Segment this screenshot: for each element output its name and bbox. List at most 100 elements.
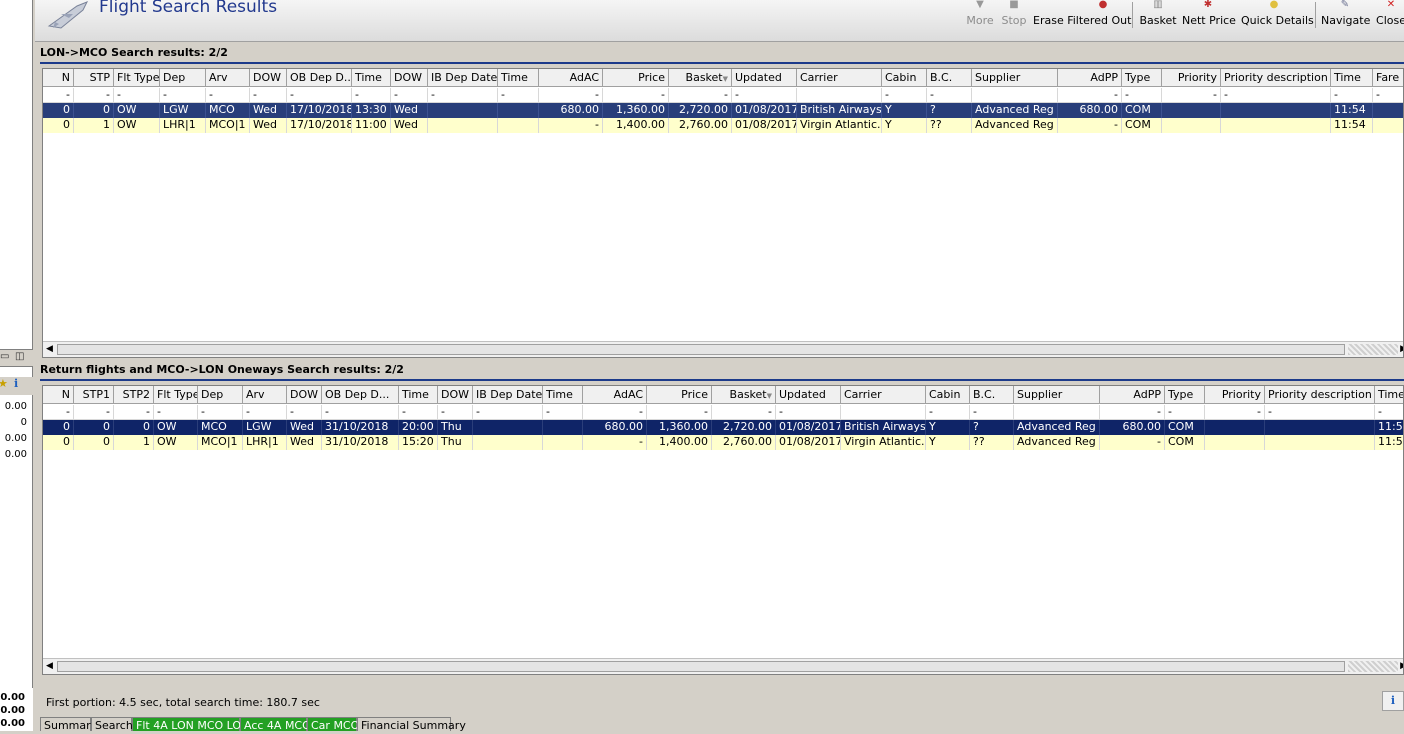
column-header-cell[interactable]: N (43, 69, 74, 87)
filter-row[interactable]: ----------------------- (43, 405, 1403, 420)
tab-summary[interactable]: Summary (40, 717, 97, 732)
column-header-cell[interactable]: Dep (198, 386, 243, 404)
column-header-cell[interactable]: Arv (243, 386, 287, 404)
table-row-cell (498, 103, 539, 118)
column-header-cell[interactable]: Priority description (1265, 386, 1375, 404)
column-header-cell[interactable]: Supplier (1014, 386, 1100, 404)
column-header-cell[interactable]: Price (647, 386, 712, 404)
table-row[interactable]: 0 0 0 OW MCO LGW Wed 31/10/2018 20:00 Thu 680.00 1,… (43, 420, 1403, 435)
column-header-cell[interactable]: Fare (1373, 69, 1403, 87)
results-grid-outbound[interactable]: N STP Flt Type Dep Arv DOW OB Dep D... Time DOW I… (42, 68, 1404, 358)
column-header-cell[interactable]: Type (1165, 386, 1205, 404)
results-grid-return[interactable]: N STP1 STP2 Flt Type Dep Arv DOW OB Dep D... Tim… (42, 385, 1404, 675)
left-total: 0.00 (0, 692, 25, 703)
column-header-cell[interactable]: DOW (250, 69, 287, 87)
scroll-right-icon[interactable]: ▶ (1400, 344, 1403, 354)
column-header-cell[interactable]: Updated (732, 69, 797, 87)
column-header-cell[interactable]: DOW (287, 386, 322, 404)
column-header-cell[interactable]: AdAC (583, 386, 647, 404)
column-header-cell[interactable]: Cabin (882, 69, 927, 87)
column-header-cell[interactable]: B.C. (927, 69, 972, 87)
column-header-cell[interactable]: DOW (438, 386, 473, 404)
table-row[interactable]: 0 0 1 OW MCO|1 LHR|1 Wed 31/10/2018 15:20 Thu -1,4… (43, 435, 1403, 450)
navigate-button[interactable]: ✎ Navigate (1321, 0, 1370, 30)
quick-details-button[interactable]: ● Quick Details (1241, 0, 1314, 30)
table-row-cell: Advanced Reg (972, 103, 1058, 118)
column-header-cell[interactable]: DOW (391, 69, 428, 87)
table-row[interactable]: 0 1 OW LHR|1 MCO|1 Wed 17/10/2018 11:00 Wed -1,40… (43, 118, 1403, 133)
table-row-cell: 11:54 (1331, 103, 1373, 118)
erase-filtered-out-button[interactable]: ● Erase Filtered Out (1033, 0, 1131, 30)
column-header[interactable]: N STP Flt Type Dep Arv DOW OB Dep D... Time DOW I… (43, 69, 1403, 87)
tab-financial-summary[interactable]: Financial Summary (357, 717, 466, 732)
column-header-cell[interactable]: Basket▼ (712, 386, 776, 404)
column-header-cell[interactable]: Flt Type (154, 386, 198, 404)
column-header-cell[interactable]: Time (1331, 69, 1373, 87)
filter-row-cell: - (712, 405, 776, 420)
tab-acc-4a-mco[interactable]: Acc 4A MCO (240, 717, 311, 732)
filter-row-cell: - (1205, 405, 1265, 420)
table-row[interactable]: 0 0 OW LGW MCO Wed 17/10/2018 13:30 Wed 680.00 1,3… (43, 103, 1403, 118)
tab-search[interactable]: Search (91, 717, 133, 732)
column-header-cell[interactable]: OB Dep D... (322, 386, 399, 404)
restore-icon[interactable]: ◫ (15, 351, 24, 362)
column-header-cell[interactable]: OB Dep D... (287, 69, 352, 87)
column-header-cell[interactable]: Supplier (972, 69, 1058, 87)
column-header-cell[interactable]: Updated (776, 386, 841, 404)
tab-car-mco[interactable]: Car MCO (307, 717, 359, 732)
horizontal-scrollbar[interactable]: ◀▶ (43, 658, 1403, 674)
filter-row-cell: - (882, 88, 927, 103)
column-header-cell[interactable]: Priority (1162, 69, 1221, 87)
horizontal-scrollbar[interactable]: ◀▶ (43, 341, 1403, 357)
nett-price-button[interactable]: ✱ Nett Price (1182, 0, 1236, 30)
table-row-cell: 01/08/2017 (732, 103, 797, 118)
column-header-cell[interactable]: AdPP (1058, 69, 1122, 87)
column-header-cell[interactable]: AdAC (539, 69, 603, 87)
column-header-cell[interactable]: STP2 (114, 386, 154, 404)
stop-button[interactable]: ■ Stop (1000, 0, 1028, 30)
table-row-cell: Virgin Atlantic... (841, 435, 926, 450)
table-row-cell: OW (114, 118, 160, 133)
column-header-cell[interactable]: Priority description (1221, 69, 1331, 87)
column-header-cell[interactable]: IB Dep Date (473, 386, 543, 404)
table-row-cell: 11:54 (1375, 420, 1403, 435)
tab-flt-4a-lon-mco-lon[interactable]: Flt 4A LON MCO LON (132, 717, 249, 732)
column-header-cell[interactable]: N (43, 386, 74, 404)
filter-row-cell: - (250, 88, 287, 103)
column-header-cell[interactable]: Time (352, 69, 391, 87)
scroll-left-icon[interactable]: ◀ (46, 661, 53, 671)
column-header-cell[interactable]: Time (1375, 386, 1403, 404)
column-header-cell[interactable]: Arv (206, 69, 250, 87)
column-header-cell[interactable]: AdPP (1100, 386, 1165, 404)
column-header-cell[interactable]: Flt Type (114, 69, 160, 87)
filter-row-cell (841, 405, 926, 420)
filter-row[interactable]: ----------------------- (43, 88, 1403, 103)
column-header[interactable]: N STP1 STP2 Flt Type Dep Arv DOW OB Dep D... Tim… (43, 386, 1403, 404)
info-icon[interactable]: i (1382, 691, 1404, 711)
scroll-thumb[interactable] (57, 344, 1345, 355)
column-header-cell[interactable]: Time (399, 386, 438, 404)
column-header-cell[interactable]: Type (1122, 69, 1162, 87)
column-header-cell[interactable]: Priority (1205, 386, 1265, 404)
column-header-cell[interactable]: B.C. (970, 386, 1014, 404)
basket-button[interactable]: ▥ Basket (1139, 0, 1177, 30)
column-header-cell[interactable]: STP (74, 69, 114, 87)
info-icon[interactable]: i (14, 377, 18, 390)
column-header-cell[interactable]: IB Dep Date (428, 69, 498, 87)
column-header-cell[interactable]: Cabin (926, 386, 970, 404)
scroll-left-icon[interactable]: ◀ (46, 344, 53, 354)
minimize-icon[interactable]: ▭ (0, 351, 9, 362)
close-button[interactable]: ✕ Close (1375, 0, 1404, 30)
star-icon[interactable]: ★ (0, 377, 8, 390)
column-header-cell[interactable]: Price (603, 69, 669, 87)
column-header-cell[interactable]: Carrier (841, 386, 926, 404)
more-button[interactable]: ▼ More (965, 0, 995, 30)
scroll-right-icon[interactable]: ▶ (1400, 661, 1403, 671)
scroll-thumb[interactable] (57, 661, 1345, 672)
column-header-cell[interactable]: Carrier (797, 69, 882, 87)
column-header-cell[interactable]: Dep (160, 69, 206, 87)
column-header-cell[interactable]: STP1 (74, 386, 114, 404)
column-header-cell[interactable]: Basket▼ (669, 69, 732, 87)
column-header-cell[interactable]: Time (543, 386, 583, 404)
column-header-cell[interactable]: Time (498, 69, 539, 87)
